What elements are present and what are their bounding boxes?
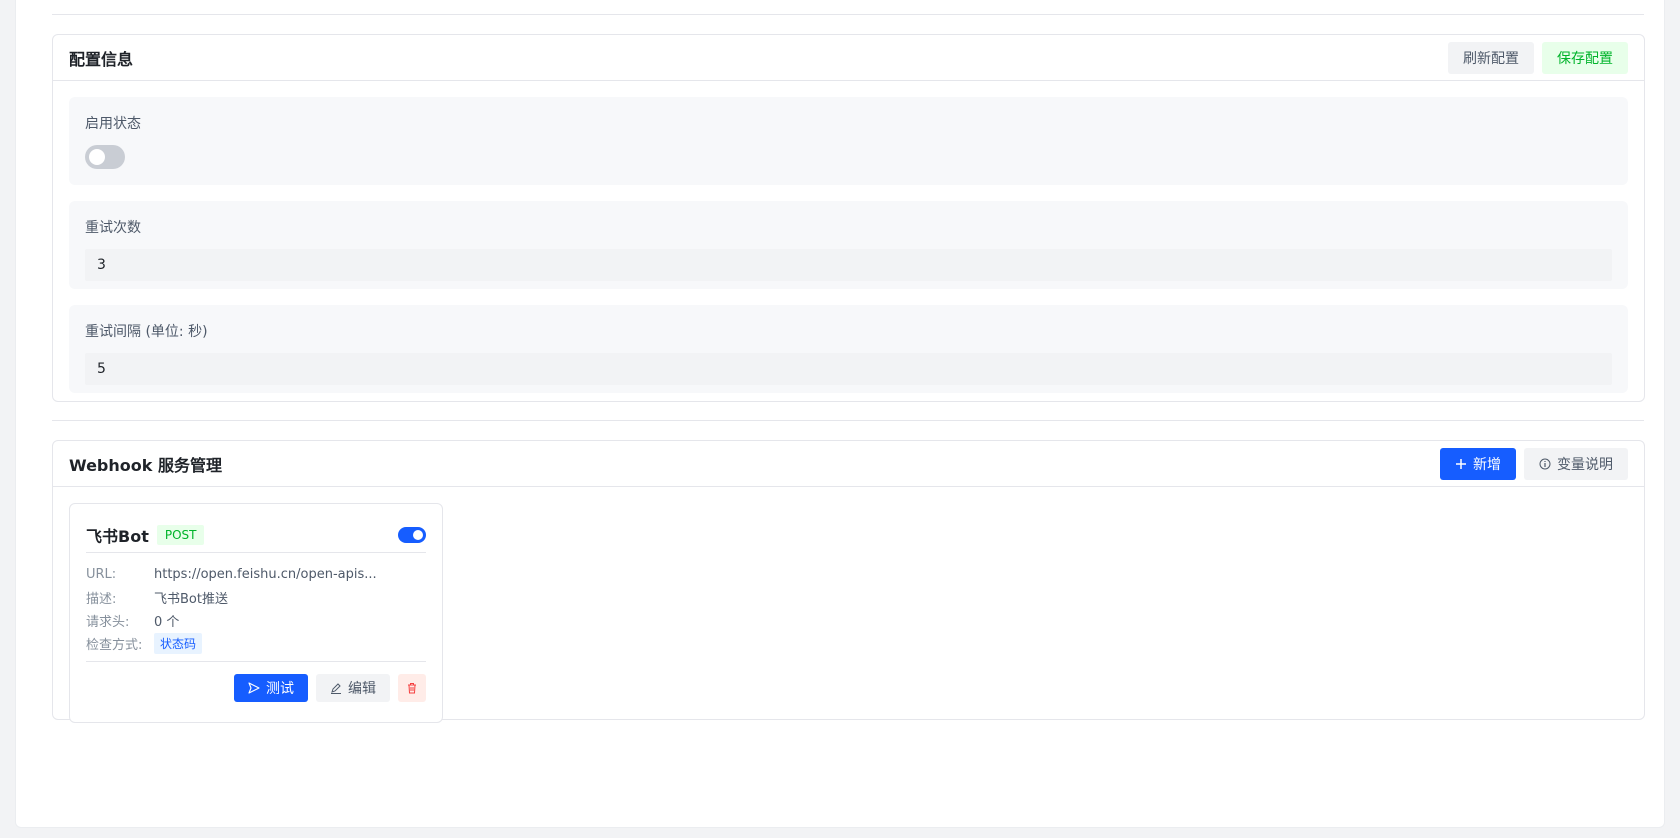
refresh-config-button[interactable]: 刷新配置	[1448, 41, 1534, 74]
retry-count-input[interactable]: 3	[85, 249, 1612, 281]
top-divider	[52, 14, 1644, 15]
info-row-desc: 描述: 飞书Bot推送	[86, 586, 426, 609]
edit-label: 编辑	[348, 681, 376, 697]
add-webhook-label: 新增	[1473, 456, 1501, 473]
send-icon	[248, 682, 260, 694]
webhook-card-header: Webhook 服务管理 新增 变量说明	[53, 441, 1644, 487]
variables-help-label: 变量说明	[1557, 456, 1613, 473]
middle-divider	[52, 420, 1644, 421]
enabled-label: 启用状态	[85, 116, 141, 132]
variables-help-button[interactable]: 变量说明	[1524, 447, 1628, 480]
info-row-headers: 请求头: 0 个	[86, 609, 426, 632]
webhook-title: Webhook 服务管理	[69, 455, 222, 475]
trash-icon	[408, 683, 416, 694]
url-key: URL:	[86, 567, 117, 582]
retry-count-label: 重试次数	[85, 220, 141, 236]
retry-interval-field: 重试间隔 (单位: 秒) 5	[69, 305, 1628, 393]
retry-interval-label: 重试间隔 (单位: 秒)	[85, 324, 208, 340]
enabled-switch[interactable]	[85, 145, 125, 169]
check-method-badge: 状态码	[154, 633, 203, 654]
info-circle-icon	[1539, 458, 1551, 469]
retry-count-field: 重试次数 3	[69, 201, 1628, 289]
check-key: 检查方式:	[86, 638, 143, 653]
url-value: https://open.feishu.cn/open-apis...	[154, 567, 377, 582]
webhook-item-card: 飞书Bot POST URL: https://open.feishu.cn/o…	[69, 503, 443, 723]
test-webhook-button[interactable]: 测试	[234, 674, 308, 702]
edit-webhook-button[interactable]: 编辑	[316, 674, 390, 702]
config-title: 配置信息	[69, 49, 134, 69]
webhook-name: 飞书Bot	[86, 527, 149, 546]
desc-key: 描述:	[86, 592, 117, 607]
enabled-field: 启用状态	[69, 97, 1628, 185]
headers-value: 0 个	[154, 615, 180, 630]
page-container: 配置信息 刷新配置 保存配置 启用状态 重试次数 3 重试间隔 (单位: 秒) …	[15, 0, 1665, 828]
plus-icon	[1456, 458, 1466, 469]
edit-icon	[331, 683, 341, 694]
config-card: 配置信息 刷新配置 保存配置 启用状态 重试次数 3 重试间隔 (单位: 秒) …	[52, 34, 1645, 402]
delete-webhook-button[interactable]	[398, 674, 426, 702]
add-webhook-button[interactable]: 新增	[1440, 447, 1516, 480]
config-card-header: 配置信息 刷新配置 保存配置	[53, 35, 1644, 81]
headers-key: 请求头:	[86, 615, 130, 630]
desc-value: 飞书Bot推送	[154, 592, 228, 607]
info-row-url: URL: https://open.feishu.cn/open-apis...	[86, 563, 426, 586]
webhook-enabled-switch[interactable]	[398, 527, 426, 543]
webhook-card: Webhook 服务管理 新增 变量说明 飞书Bot POST URL: htt…	[52, 440, 1645, 723]
retry-interval-input[interactable]: 5	[85, 353, 1612, 385]
info-row-check: 检查方式: 状态码	[86, 632, 426, 655]
method-badge: POST	[156, 525, 205, 545]
save-config-button[interactable]: 保存配置	[1542, 41, 1628, 74]
test-label: 测试	[266, 681, 294, 697]
